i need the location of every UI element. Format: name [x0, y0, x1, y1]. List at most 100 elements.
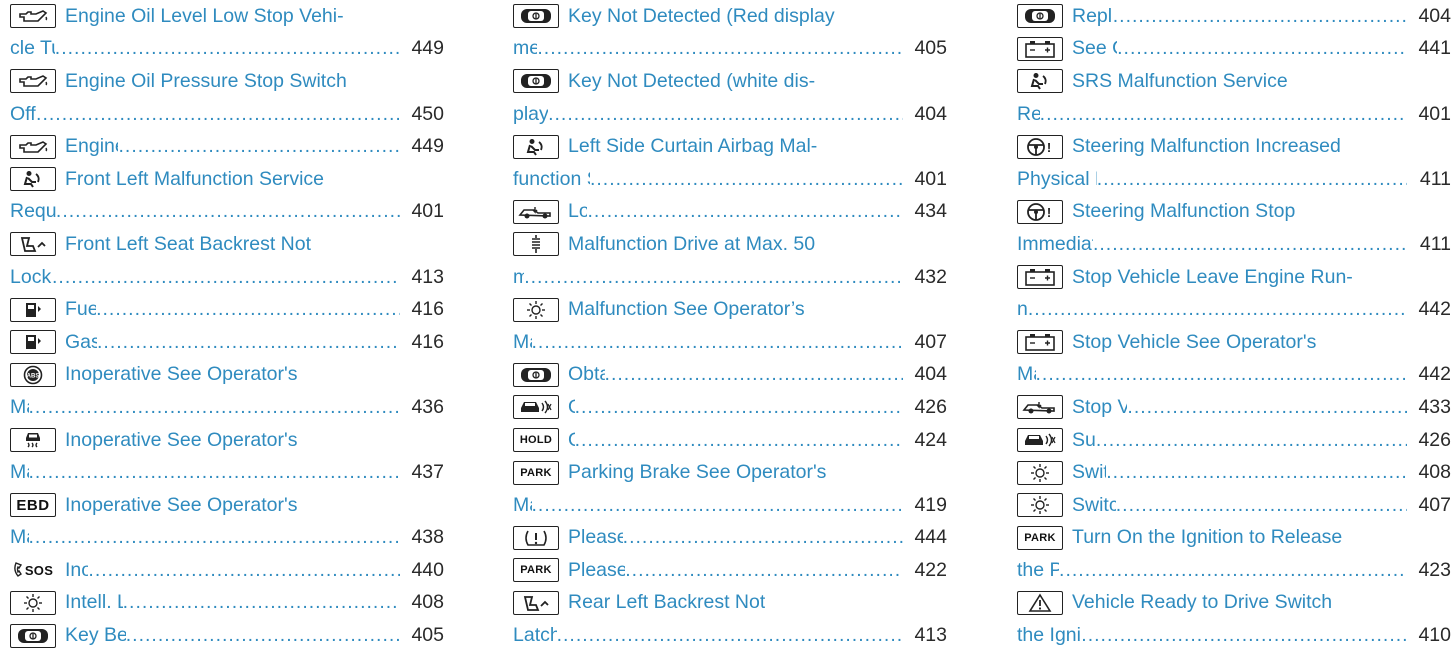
entry-title[interactable]: Manual	[513, 331, 532, 354]
page-number[interactable]: 404	[1407, 5, 1451, 28]
entry-title[interactable]: Inoperative	[65, 559, 88, 582]
entry-title[interactable]: Steering Malfunction Increased	[1072, 135, 1341, 158]
entry-title[interactable]: Steering Malfunction Stop	[1072, 200, 1295, 223]
entry-title[interactable]: cle Turn Engine Off	[10, 37, 55, 60]
index-entry[interactable]: Key Not Detected (Red display message)...…	[513, 0, 947, 65]
entry-title[interactable]: mph	[513, 266, 524, 289]
entry-title[interactable]: Latched (example)	[513, 624, 557, 647]
index-entry[interactable]: Switch On Headlamps.....................…	[1017, 489, 1451, 522]
index-entry[interactable]: Gas Cap Loose...........................…	[10, 326, 444, 359]
index-entry[interactable]: Lowering................................…	[513, 196, 947, 229]
entry-title[interactable]: Fuel Level Low	[65, 298, 96, 321]
index-entry[interactable]: Fuel Level Low..........................…	[10, 293, 444, 326]
entry-title[interactable]: Parking Brake See Operator's	[568, 461, 826, 484]
index-entry[interactable]: Front Left Malfunction Service Required (…	[10, 163, 444, 228]
entry-title[interactable]: Replace Key Battery	[1072, 5, 1113, 28]
entry-title[interactable]: Immediately See Operator's Manual	[1017, 233, 1093, 256]
entry-title[interactable]: the Ignition Off Before Exiting	[1017, 624, 1081, 647]
page-number[interactable]: 449	[400, 135, 444, 158]
page-number[interactable]: 433	[1407, 396, 1451, 419]
entry-title[interactable]: SRS Malfunction Service	[1072, 70, 1288, 93]
entry-title[interactable]: Vehicle Ready to Drive Switch	[1072, 591, 1332, 614]
index-entry[interactable]: ABS Inoperative See Operator's Manual.....…	[10, 359, 444, 424]
entry-title[interactable]: Switch Off Lights	[1072, 461, 1106, 484]
index-entry[interactable]: Key Not Detected (white dis-play message…	[513, 65, 947, 130]
page-number[interactable]: 423	[1407, 559, 1451, 582]
page-number[interactable]: 434	[903, 200, 947, 223]
index-entry[interactable]: Please Correct Tire Pressure............…	[513, 522, 947, 555]
index-entry[interactable]: PARK Turn On the Ignition to Release the P…	[1017, 522, 1451, 587]
page-number[interactable]: 407	[903, 331, 947, 354]
page-number[interactable]: 450	[400, 103, 444, 126]
page-number[interactable]: 413	[903, 624, 947, 647]
index-entry[interactable]: Stop Vehicle Leave Engine Run-ning......…	[1017, 261, 1451, 326]
page-number[interactable]: 444	[903, 526, 947, 549]
entry-title[interactable]: function Service Required (example)	[513, 168, 590, 191]
index-entry[interactable]: Obtain a New Key........................…	[513, 359, 947, 392]
page-number[interactable]: 408	[1407, 461, 1451, 484]
page-number[interactable]: 405	[903, 37, 947, 60]
index-entry[interactable]: EBD Inoperative See Operator's Manual.....…	[10, 489, 444, 554]
page-number[interactable]: 449	[400, 37, 444, 60]
entry-title[interactable]: Malfunction Drive at Max. 50	[568, 233, 815, 256]
page-number[interactable]: 432	[903, 266, 947, 289]
entry-title[interactable]: Key Not Detected (Red display	[568, 5, 835, 28]
entry-title[interactable]: Please Correct Tire Pressure	[568, 526, 623, 549]
index-entry[interactable]: Front Left Seat Backrest Not Locked (exam…	[10, 228, 444, 293]
page-number[interactable]: 426	[1407, 429, 1451, 452]
entry-title[interactable]: Switch On Headlamps	[1072, 494, 1116, 517]
entry-title[interactable]: Front Left Malfunction Service	[65, 168, 324, 191]
index-entry[interactable]: Engine Oil Reduce Oil Level.............…	[10, 130, 444, 163]
entry-title[interactable]: Required (example)	[10, 200, 56, 223]
page-number[interactable]: 442	[1407, 298, 1451, 321]
index-entry[interactable]: Inoperative See Operator's Manual........…	[10, 424, 444, 489]
index-entry[interactable]: Engine Oil Pressure Stop Switch Off Engin…	[10, 65, 444, 130]
entry-title[interactable]: Manual	[513, 494, 532, 517]
page-number[interactable]: 408	[400, 591, 444, 614]
entry-title[interactable]: Front Left Seat Backrest Not	[65, 233, 311, 256]
entry-title[interactable]: Obtain a New Key	[568, 363, 605, 386]
entry-title[interactable]: Left Side Curtain Airbag Mal-	[568, 135, 817, 158]
entry-title[interactable]: Suspended	[1072, 429, 1096, 452]
page-number[interactable]: 436	[400, 396, 444, 419]
page-number[interactable]: 441	[1407, 37, 1451, 60]
page-number[interactable]: 407	[1407, 494, 1451, 517]
page-number[interactable]: 404	[903, 363, 947, 386]
index-entry[interactable]: Engine Oil Level Low Stop Vehi-cle Turn …	[10, 0, 444, 65]
entry-title[interactable]: Manual	[10, 461, 29, 484]
page-number[interactable]: 440	[400, 559, 444, 582]
entry-title[interactable]: Engine Oil Level Low Stop Vehi-	[65, 5, 344, 28]
index-entry[interactable]: SOS Inoperative..........................…	[10, 554, 444, 587]
entry-title[interactable]: ning	[1017, 298, 1028, 321]
page-number[interactable]: 438	[400, 526, 444, 549]
page-number[interactable]: 424	[903, 429, 947, 452]
entry-title[interactable]: Rear Left Backrest Not	[568, 591, 765, 614]
page-number[interactable]: 413	[400, 266, 444, 289]
entry-title[interactable]: Lowering	[568, 200, 587, 223]
entry-title[interactable]: See Operator's Manual	[1072, 37, 1117, 60]
index-entry[interactable]: SRS Malfunction Service Required.........…	[1017, 65, 1451, 130]
entry-title[interactable]: Intell. Light System Inoperative	[65, 591, 123, 614]
index-entry[interactable]: Left Side Curtain Airbag Mal-function Se…	[513, 130, 947, 195]
entry-title[interactable]: Manual	[10, 526, 29, 549]
entry-title[interactable]: Stop Vehicle See Operator's	[1072, 331, 1316, 354]
entry-title[interactable]: Key Not Detected (white dis-	[568, 70, 815, 93]
entry-title[interactable]: Locked (example)	[10, 266, 52, 289]
index-entry[interactable]: Stop Vehicle Vehicle Too Low............…	[1017, 391, 1451, 424]
index-entry[interactable]: HOLDOff.................................…	[513, 424, 947, 457]
page-number[interactable]: 411	[1407, 233, 1451, 256]
page-number[interactable]: 401	[1407, 103, 1451, 126]
entry-title[interactable]: Engine Oil Pressure Stop Switch	[65, 70, 347, 93]
page-number[interactable]: 416	[400, 331, 444, 354]
entry-title[interactable]: Gas Cap Loose	[65, 331, 97, 354]
page-number[interactable]: 411	[1407, 168, 1451, 191]
page-number[interactable]: 419	[903, 494, 947, 517]
index-entry[interactable]: Vehicle Ready to Drive Switch the Ignitio…	[1017, 587, 1451, 652]
page-number[interactable]: 401	[903, 168, 947, 191]
index-entry[interactable]: Rear Left Backrest Not Latched (example).…	[513, 587, 947, 652]
page-number[interactable]: 404	[903, 103, 947, 126]
entry-title[interactable]: Manual	[1017, 363, 1036, 386]
page-number[interactable]: 437	[400, 461, 444, 484]
page-number[interactable]: 426	[903, 396, 947, 419]
entry-title[interactable]: Stop Vehicle Leave Engine Run-	[1072, 266, 1353, 289]
